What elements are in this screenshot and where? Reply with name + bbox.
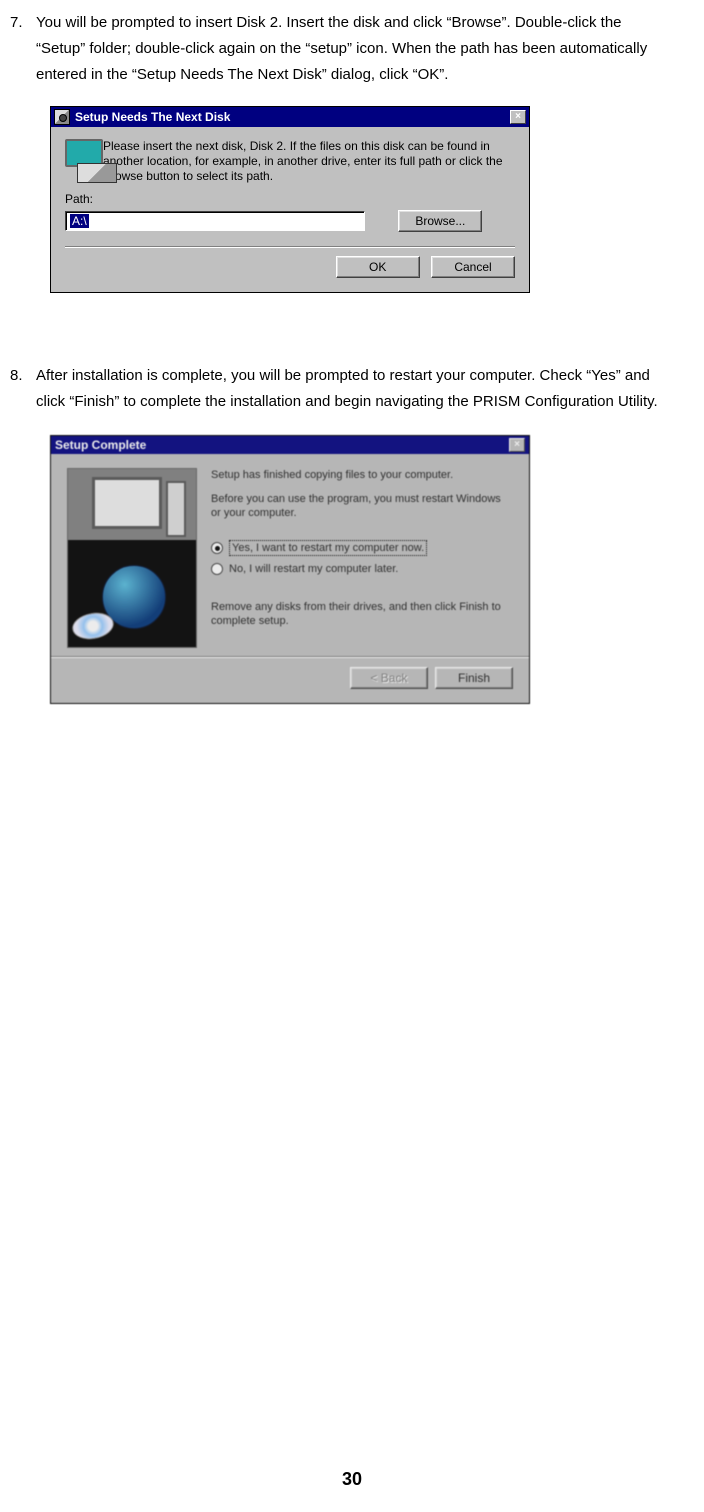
dialog-line3: Remove any disks from their drives, and … <box>211 600 513 628</box>
title-bar: Setup Complete × <box>51 436 529 454</box>
close-button[interactable]: × <box>510 110 526 124</box>
browse-button[interactable]: Browse... <box>398 210 482 232</box>
step-8: 8. After installation is complete, you w… <box>10 363 674 415</box>
step-7: 7. You will be prompted to insert Disk 2… <box>10 10 674 88</box>
step-text: You will be prompted to insert Disk 2. I… <box>36 10 674 88</box>
ok-button[interactable]: OK <box>336 256 420 278</box>
cancel-button[interactable]: Cancel <box>431 256 515 278</box>
radio-yes-label: Yes, I want to restart my computer now. <box>229 540 427 556</box>
title-bar: Setup Needs The Next Disk × <box>51 107 529 127</box>
step-number: 7. <box>10 10 36 88</box>
path-input[interactable]: A:\ <box>65 211 365 231</box>
radio-yes[interactable]: Yes, I want to restart my computer now. <box>211 540 513 556</box>
dialog-title: Setup Complete <box>55 438 146 452</box>
radio-icon <box>211 563 223 575</box>
step-number: 8. <box>10 363 36 415</box>
step-text: After installation is complete, you will… <box>36 363 674 415</box>
dialog-message: Please insert the next disk, Disk 2. If … <box>103 139 515 184</box>
dialog-line1: Setup has finished copying files to your… <box>211 468 513 482</box>
dialog-title: Setup Needs The Next Disk <box>75 110 230 124</box>
path-label: Path: <box>65 192 515 206</box>
setup-complete-dialog: Setup Complete × Setup has finished copy… <box>50 435 530 704</box>
close-button[interactable]: × <box>509 438 525 452</box>
radio-no[interactable]: No, I will restart my computer later. <box>211 562 513 576</box>
document-page: 7. You will be prompted to insert Disk 2… <box>0 0 704 1512</box>
radio-no-label: No, I will restart my computer later. <box>229 562 398 576</box>
disk-icon <box>54 109 70 125</box>
finish-button[interactable]: Finish <box>435 667 513 689</box>
separator <box>65 246 515 248</box>
radio-icon <box>211 542 223 554</box>
dialog-line2: Before you can use the program, you must… <box>211 492 513 520</box>
setup-needs-disk-dialog: Setup Needs The Next Disk × Please inser… <box>50 106 530 293</box>
install-icon <box>65 139 89 183</box>
page-number: 30 <box>0 1469 704 1490</box>
back-button[interactable]: < Back <box>350 667 428 689</box>
wizard-artwork <box>67 468 197 648</box>
